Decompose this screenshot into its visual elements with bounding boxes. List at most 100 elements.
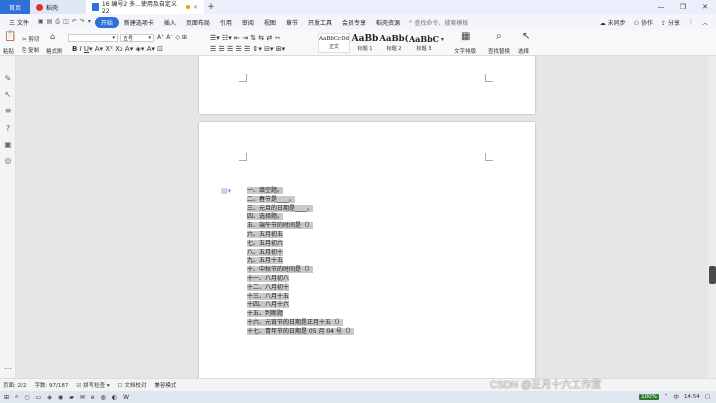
proofread-button[interactable]: ☐ 文档校对 <box>118 381 147 389</box>
menu-member[interactable]: 会员专享 <box>337 18 371 27</box>
style-normal[interactable]: AaBbCcDd 正文 <box>318 33 350 53</box>
style-heading-3[interactable]: AaBbC 标题 3 <box>409 33 439 53</box>
tab-document[interactable]: 16 编号2 多...使用及自定义22 ✕ <box>86 0 204 15</box>
close-button[interactable]: ✕ <box>694 3 716 11</box>
help-icon[interactable]: ? <box>3 124 13 133</box>
paste-icon[interactable]: 📋 <box>4 32 16 42</box>
menu-file[interactable]: 三 文件 <box>4 18 34 27</box>
find-replace-icon[interactable]: ⌕ <box>496 32 502 42</box>
menu-docer-resources[interactable]: 稻壳资源 <box>371 18 405 27</box>
font-name-combo[interactable]: ▾ <box>68 34 118 42</box>
font-format-icons[interactable]: B I U▾ A▾ X² X₂ A▾ ◈▾ A▾ ⊡ <box>72 45 163 53</box>
undo-icon[interactable]: ↶ <box>72 18 77 26</box>
new-tab-button[interactable]: + <box>204 0 218 14</box>
menu-reference[interactable]: 引用 <box>215 18 237 27</box>
print-icon[interactable]: ⎙ <box>55 18 60 26</box>
list-item[interactable]: 十、中秋节的时间是（） <box>247 266 354 275</box>
side-panel-handle[interactable] <box>709 266 716 284</box>
command-search[interactable]: ⌕ 查找命令、搜索模板 <box>409 18 468 27</box>
tab-close-icon[interactable]: ✕ <box>193 4 198 11</box>
tab-docer[interactable]: 稻壳 <box>30 0 86 14</box>
collapse-ribbon-icon[interactable]: ︿ <box>702 18 708 27</box>
redo-icon[interactable]: ↷ <box>80 18 85 26</box>
browser-icon[interactable]: ◉ <box>58 394 63 401</box>
clock[interactable]: 14:54 <box>684 394 700 400</box>
image-icon[interactable]: ▣ <box>3 140 13 149</box>
font-size-combo[interactable]: 五号 ▾ <box>120 34 154 42</box>
list-item[interactable]: 十六、元宵节的日期是正月十五（） <box>247 318 354 328</box>
export-pdf-icon[interactable]: ▤ <box>47 18 53 26</box>
menu-developer[interactable]: 开发工具 <box>303 18 337 27</box>
list-item[interactable]: 二、春节是____。 <box>247 195 354 205</box>
collab-button[interactable]: ⚇ 协作 <box>634 18 653 27</box>
style-heading-2[interactable]: AaBb( 标题 2 <box>379 33 408 53</box>
styles-more-icon[interactable]: ▾ <box>441 36 444 44</box>
wps-icon[interactable]: W <box>123 394 129 401</box>
minimize-button[interactable]: — <box>650 3 672 11</box>
text-layout-button[interactable]: 文字排版 <box>454 47 476 55</box>
notification-icon[interactable]: ▢ <box>705 394 710 400</box>
pointer-icon[interactable]: ↖ <box>3 90 13 99</box>
more-icon[interactable]: ▾ <box>88 18 91 26</box>
menu-view[interactable]: 视图 <box>259 18 281 27</box>
menu-section[interactable]: 章节 <box>281 18 303 27</box>
tray-arrow-icon[interactable]: ⌃ <box>664 394 669 400</box>
copy-button[interactable]: ⎘ 复制 <box>22 46 39 55</box>
task-view-icon[interactable]: ▭ <box>36 394 42 401</box>
list-item[interactable]: 十一、八月初八 <box>247 274 354 284</box>
font-grow-shrink-icons[interactable]: A⁺ A⁻ ◇ ⊞ <box>157 34 187 41</box>
edge-icon[interactable]: e <box>91 394 95 401</box>
list-item[interactable]: 十七、青年节的日期是 05 月 04 号（） <box>247 327 354 337</box>
menu-start[interactable]: 开始 <box>94 16 119 28</box>
windows-start-icon[interactable]: ⊞ <box>4 394 9 401</box>
location-icon[interactable]: ◎ <box>3 156 13 165</box>
select-cursor-icon[interactable]: ↖ <box>522 32 530 42</box>
menu-insert[interactable]: 插入 <box>159 18 181 27</box>
app-icon[interactable]: ◐ <box>112 394 117 401</box>
list-item[interactable]: 五、端午节的时间是（） <box>247 222 354 231</box>
menu-review[interactable]: 审阅 <box>237 18 259 27</box>
list-format-icons[interactable]: ☰▾ ☷▾ ⇤ ⇥ ⇅ ⇆ ⇄ ⇿ <box>210 34 280 42</box>
format-painter-icon[interactable]: ⌂ <box>50 33 55 41</box>
paragraph-align-icons[interactable]: ☰ ☰ ☰ ☰ ☰ ⇕▾ ⊟▾ ⊞▾ <box>210 45 285 53</box>
document-canvas[interactable]: ▤▾ 一、填空题。 二、春节是____。 三、元旦的日期是____。 四、选择题。 五、… <box>16 56 708 378</box>
share-button[interactable]: ⇪ 分享 <box>661 18 680 27</box>
style-heading-1[interactable]: AaBb 标题 1 <box>351 33 379 53</box>
outline-icon[interactable]: ≡ <box>3 106 13 115</box>
list-item[interactable]: 一、填空题。 <box>247 187 354 196</box>
text-layout-icon[interactable]: ▦ <box>461 32 470 42</box>
list-item[interactable]: 四、选择题。 <box>247 213 354 222</box>
cut-button[interactable]: ✂ 剪切 <box>22 35 39 43</box>
mail-icon[interactable]: ✉ <box>80 394 85 401</box>
cortana-icon[interactable]: ○ <box>24 394 29 401</box>
folder-icon[interactable]: ▰ <box>69 394 74 401</box>
menu-new-tab[interactable]: 新建选项卡 <box>119 18 159 27</box>
preview-icon[interactable]: ◫ <box>63 18 69 26</box>
page-count[interactable]: 页面: 2/2 <box>3 381 26 389</box>
list-item[interactable]: 十五、判断题 <box>247 310 354 319</box>
more-menu-icon[interactable]: ⋮ <box>688 18 694 27</box>
paste-button[interactable]: 粘贴 <box>3 47 14 55</box>
save-icon[interactable]: ▣ <box>38 18 44 26</box>
store-icon[interactable]: ◈ <box>47 394 52 401</box>
sync-button[interactable]: ☁ 未同步 <box>600 18 626 27</box>
search-icon[interactable]: ⌕ <box>15 393 18 401</box>
ime-indicator[interactable]: 中 <box>673 393 679 401</box>
maximize-button[interactable]: ❐ <box>672 3 694 11</box>
wechat-icon[interactable]: ◍ <box>101 394 106 401</box>
document-list[interactable]: 一、填空题。 二、春节是____。 三、元旦的日期是____。 四、选择题。 五、端午节… <box>247 187 354 337</box>
spell-check-button[interactable]: ☑ 拼写检查 ▾ <box>76 381 109 389</box>
list-item[interactable]: 十二、八月初十 <box>247 283 354 293</box>
format-painter-button[interactable]: 格式刷 <box>46 47 63 55</box>
word-count[interactable]: 字数: 97/187 <box>34 381 68 389</box>
paragraph-handle-icon[interactable]: ▤▾ <box>221 187 231 195</box>
list-item[interactable]: 十四、八月十六 <box>247 301 354 310</box>
more-tools-icon[interactable]: … <box>3 362 13 371</box>
find-replace-button[interactable]: 查找替换 <box>488 47 510 55</box>
list-item[interactable]: 六、五月初五 <box>247 230 354 240</box>
list-item[interactable]: 九、五月十五 <box>247 257 354 266</box>
select-button[interactable]: 选择 <box>518 47 529 55</box>
menu-layout[interactable]: 页面布局 <box>181 18 215 27</box>
pen-icon[interactable]: ✎ <box>3 74 13 83</box>
tab-home[interactable]: 首页 <box>0 0 30 14</box>
